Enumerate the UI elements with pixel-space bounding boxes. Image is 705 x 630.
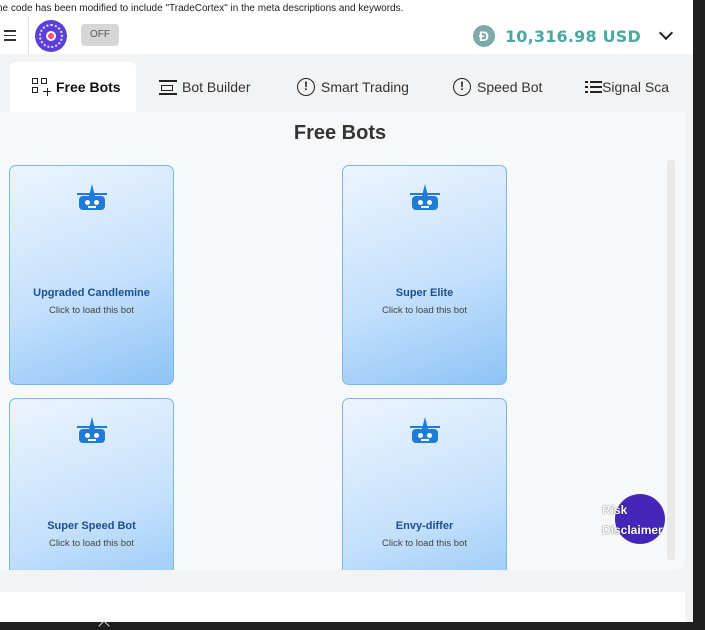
bot-subtitle: Click to load this bot: [381, 305, 467, 316]
bot-card[interactable]: Super Elite Click to load this bot: [342, 165, 507, 385]
robot-icon: [77, 417, 107, 447]
balance-amount: 10,316.98 USD: [504, 26, 641, 46]
free-bots-panel: Free Bots Upgraded Candlemine Click to l…: [0, 112, 685, 570]
brand-logo[interactable]: [35, 20, 67, 52]
main-tabs: Free Bots Bot Builder ! Smart Trading ! …: [0, 62, 693, 112]
bot-toggle-button[interactable]: OFF: [81, 24, 119, 46]
account-balance[interactable]: Ð 10,316.98 USD: [472, 22, 674, 50]
risk-disclaimer-label[interactable]: Risk Disclaimer: [602, 500, 680, 540]
window-edge: [693, 0, 705, 630]
tab-label: Smart Trading: [321, 79, 409, 95]
tab-speed-bot[interactable]: ! Speed Bot: [453, 62, 542, 112]
bot-subtitle: Click to load this bot: [381, 538, 467, 549]
grid-plus-icon: [32, 78, 51, 96]
notice-text: he code has been modified to include "Tr…: [0, 3, 404, 14]
list-icon: [585, 78, 602, 96]
footer-bar: [0, 592, 685, 622]
tab-bot-builder[interactable]: Bot Builder: [158, 62, 250, 112]
tab-signal-scanner[interactable]: Signal Sca: [585, 62, 669, 112]
notice-banner: he code has been modified to include "Tr…: [0, 0, 693, 18]
tab-label: Free Bots: [56, 79, 121, 95]
tab-label: Speed Bot: [477, 79, 543, 95]
bot-name: Upgraded Candlemine: [33, 287, 150, 299]
tab-label: Signal Sca: [602, 79, 669, 95]
builder-icon: [158, 78, 177, 96]
header-divider: [28, 18, 29, 54]
bot-card[interactable]: Envy-differ Click to load this bot: [342, 398, 507, 570]
currency-icon: Ð: [472, 25, 495, 47]
alert-circle-icon: !: [453, 78, 471, 96]
tab-free-bots[interactable]: Free Bots: [10, 62, 136, 112]
bot-name: Super Elite: [395, 287, 454, 299]
menu-icon[interactable]: [4, 27, 18, 43]
tab-smart-trading[interactable]: ! Smart Trading: [297, 62, 409, 112]
bot-subtitle: Click to load this bot: [48, 538, 134, 549]
robot-icon: [410, 184, 440, 214]
bot-name: Envy-differ: [395, 520, 454, 532]
page-title: Free Bots: [293, 122, 387, 144]
top-header: OFF Ð 10,316.98 USD: [0, 18, 693, 54]
tab-label: Bot Builder: [182, 79, 251, 95]
bot-name: Super Speed Bot: [47, 520, 136, 532]
alert-circle-icon: !: [297, 78, 315, 96]
robot-icon: [77, 184, 107, 214]
bot-card[interactable]: Super Speed Bot Click to load this bot: [9, 398, 174, 570]
chevron-down-icon[interactable]: [658, 25, 674, 41]
bot-card[interactable]: Upgraded Candlemine Click to load this b…: [9, 165, 174, 385]
app-page: he code has been modified to include "Tr…: [0, 0, 693, 622]
robot-icon: [410, 417, 440, 447]
bot-subtitle: Click to load this bot: [48, 305, 134, 316]
